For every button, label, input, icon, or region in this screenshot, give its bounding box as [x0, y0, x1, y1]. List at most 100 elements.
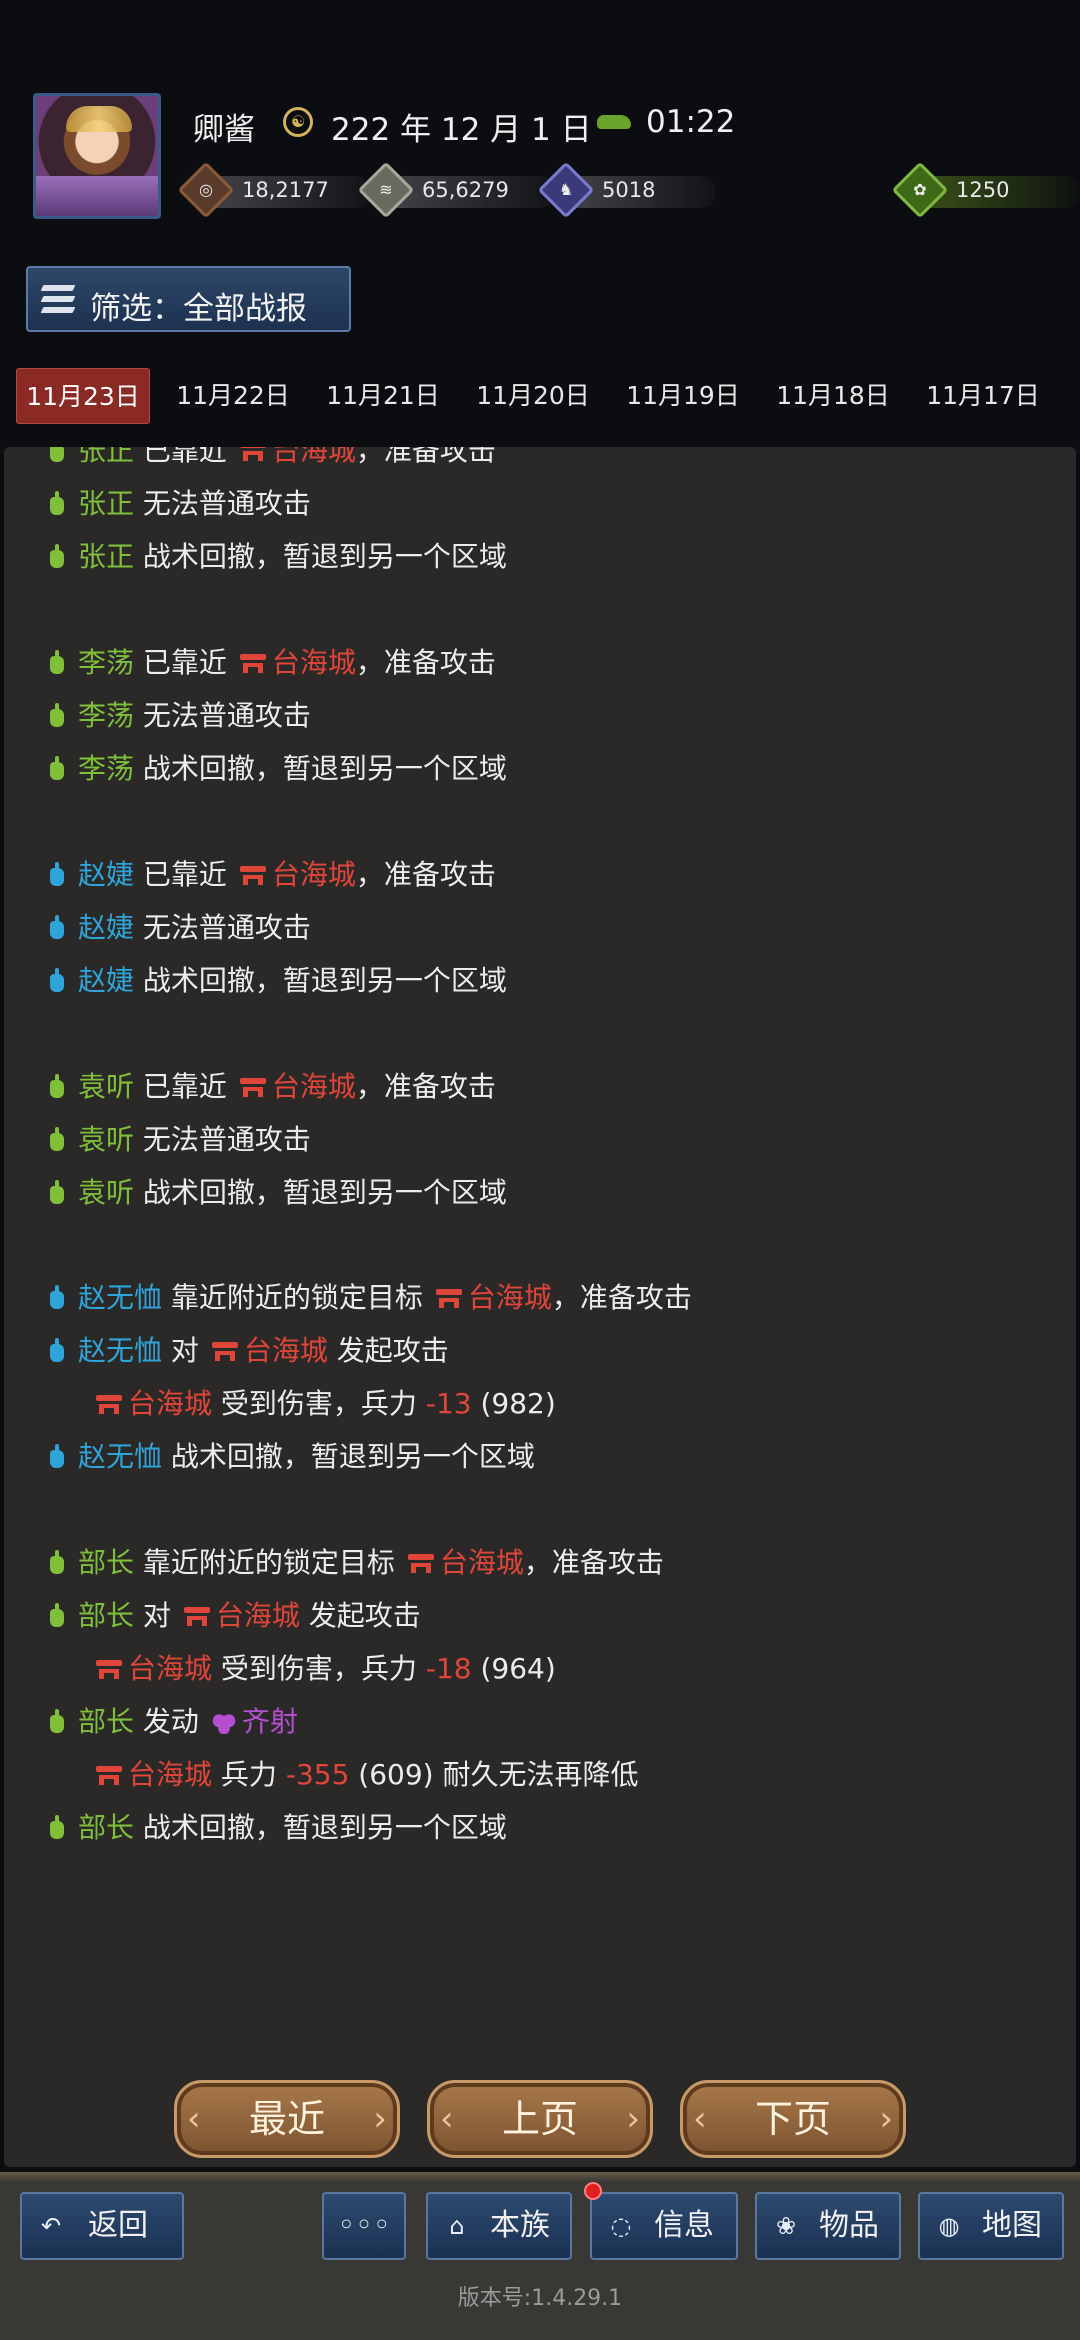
- city-name[interactable]: 台海城: [128, 1652, 212, 1685]
- general-name[interactable]: 袁听: [78, 1123, 134, 1156]
- hand-icon: [46, 1444, 70, 1470]
- city-name[interactable]: 台海城: [468, 1281, 552, 1314]
- hand-icon: [46, 1074, 70, 1100]
- log-text: 无法普通攻击: [142, 911, 311, 944]
- hand-icon: [46, 1709, 70, 1735]
- city-name[interactable]: 台海城: [272, 1070, 356, 1103]
- date-tab[interactable]: 11月22日: [166, 368, 300, 424]
- log-text: ，准备攻击: [355, 646, 496, 679]
- bag-icon: ❀: [775, 2212, 797, 2240]
- log-text: 战术回撤，暂退到另一个区域: [170, 1440, 535, 1473]
- log-line: 李荡 已靠近 台海城，准备攻击: [46, 641, 496, 685]
- hand-icon: [46, 544, 70, 570]
- filter-icon: [40, 285, 76, 315]
- city-icon: [96, 1660, 122, 1680]
- log-text: 无法普通攻击: [142, 699, 311, 732]
- items-button[interactable]: ❀ 物品: [755, 2192, 901, 2260]
- general-name[interactable]: 张正: [78, 540, 134, 573]
- general-name[interactable]: 部长: [78, 1599, 134, 1632]
- hand-icon: [46, 1285, 70, 1311]
- general-name[interactable]: 李荡: [78, 752, 134, 785]
- city-name[interactable]: 台海城: [272, 646, 356, 679]
- hand-icon: [46, 1127, 70, 1153]
- general-name[interactable]: 赵无恤: [78, 1440, 162, 1473]
- date-tab[interactable]: 11月23日: [16, 368, 150, 424]
- general-name[interactable]: 袁听: [78, 1070, 134, 1103]
- date-tab[interactable]: 11月19日: [616, 368, 750, 424]
- log-text: 靠近附近的锁定目标: [170, 1281, 423, 1314]
- city-icon: [407, 1554, 434, 1574]
- log-line: 张正 战术回撤，暂退到另一个区域: [46, 535, 507, 579]
- bottom-bar: ↶ 返回 ◦◦◦ ⌂ 本族 ◌ 信息 ❀ 物品 ◍ 地图 版本号:1.4.29.…: [0, 2172, 1080, 2340]
- general-name[interactable]: 赵婕: [78, 911, 134, 944]
- log-line: 赵婕 战术回撤，暂退到另一个区域: [46, 959, 507, 1003]
- hand-icon: [46, 968, 70, 994]
- log-text: 战术回撤，暂退到另一个区域: [142, 540, 507, 573]
- log-text: 发起攻击: [308, 1599, 421, 1632]
- general-name[interactable]: 赵无恤: [78, 1334, 162, 1367]
- general-name[interactable]: 部长: [78, 1546, 134, 1579]
- hand-icon: [46, 650, 70, 676]
- city-name[interactable]: 台海城: [216, 1599, 300, 1632]
- map-button[interactable]: ◍ 地图: [918, 2192, 1064, 2260]
- city-name[interactable]: 台海城: [440, 1546, 524, 1579]
- general-name[interactable]: 赵无恤: [78, 1281, 162, 1314]
- log-text: 兵力: [220, 1758, 277, 1791]
- city-icon: [239, 447, 266, 462]
- date-tab[interactable]: 11月21日: [316, 368, 450, 424]
- skill-icon: [211, 1712, 236, 1734]
- battle-report-panel[interactable]: 张正 已靠近 台海城，准备攻击 张正 无法普通攻击 张正 战术回撤，暂退到另一个区域…: [4, 447, 1076, 2167]
- general-name[interactable]: 李荡: [78, 646, 134, 679]
- general-name[interactable]: 赵婕: [78, 858, 134, 891]
- city-icon: [239, 1078, 266, 1098]
- date-tab[interactable]: 11月20日: [466, 368, 600, 424]
- log-text: 无法普通攻击: [142, 1123, 311, 1156]
- log-line: 张正 已靠近 台海城，准备攻击: [46, 447, 496, 473]
- log-line: 部长 战术回撤，暂退到另一个区域: [46, 1806, 507, 1850]
- log-line: 袁听 已靠近 台海城，准备攻击: [46, 1065, 496, 1109]
- hand-icon: [46, 491, 70, 517]
- player-avatar[interactable]: [33, 93, 161, 219]
- general-name[interactable]: 张正: [78, 487, 134, 520]
- general-name[interactable]: 赵婕: [78, 964, 134, 997]
- back-button[interactable]: ↶ 返回: [20, 2192, 184, 2260]
- log-text: 已靠近: [142, 858, 227, 891]
- latest-page-button[interactable]: 最近: [174, 2080, 400, 2158]
- city-name[interactable]: 台海城: [272, 447, 356, 467]
- city-name[interactable]: 台海城: [128, 1387, 212, 1420]
- game-time: 01:22: [646, 104, 736, 140]
- city-icon: [183, 1607, 210, 1627]
- log-text: (609) 耐久无法再降低: [358, 1758, 639, 1791]
- city-name[interactable]: 台海城: [128, 1758, 212, 1791]
- clan-icon: ⌂: [449, 2212, 465, 2240]
- prev-page-button[interactable]: 上页: [427, 2080, 653, 2158]
- log-line: 台海城 兵力 -355 (609) 耐久无法再降低: [92, 1753, 639, 1797]
- city-name[interactable]: 台海城: [272, 858, 356, 891]
- general-name[interactable]: 袁听: [78, 1176, 134, 1209]
- next-page-button[interactable]: 下页: [680, 2080, 906, 2158]
- date-tab[interactable]: 11月18日: [766, 368, 900, 424]
- info-button[interactable]: ◌ 信息: [590, 2192, 738, 2260]
- city-name[interactable]: 台海城: [244, 1334, 328, 1367]
- log-text: 战术回撤，暂退到另一个区域: [142, 1176, 507, 1209]
- general-name[interactable]: 部长: [78, 1811, 134, 1844]
- damage-value: -13: [425, 1387, 472, 1420]
- more-button[interactable]: ◦◦◦: [322, 2192, 406, 2260]
- back-arrow-icon: ↶: [40, 2212, 62, 2240]
- log-text: ，准备攻击: [551, 1281, 692, 1314]
- general-name[interactable]: 李荡: [78, 699, 134, 732]
- general-name[interactable]: 张正: [78, 447, 134, 467]
- hand-icon: [46, 1815, 70, 1841]
- log-text: 受到伤害，兵力: [220, 1387, 417, 1420]
- filter-label: 筛选：全部战报: [90, 291, 307, 327]
- general-name[interactable]: 部长: [78, 1705, 134, 1738]
- clan-button[interactable]: ⌂ 本族: [426, 2192, 572, 2260]
- log-line: 袁听 战术回撤，暂退到另一个区域: [46, 1171, 507, 1215]
- hand-icon: [46, 1550, 70, 1576]
- filter-button[interactable]: 筛选：全部战报: [26, 266, 351, 332]
- hand-icon: [46, 1180, 70, 1206]
- date-tab[interactable]: 11月17日: [916, 368, 1050, 424]
- log-line: 部长 发动 齐射: [46, 1700, 298, 1744]
- city-icon: [96, 1766, 122, 1786]
- log-line: 部长 对 台海城 发起攻击: [46, 1594, 421, 1638]
